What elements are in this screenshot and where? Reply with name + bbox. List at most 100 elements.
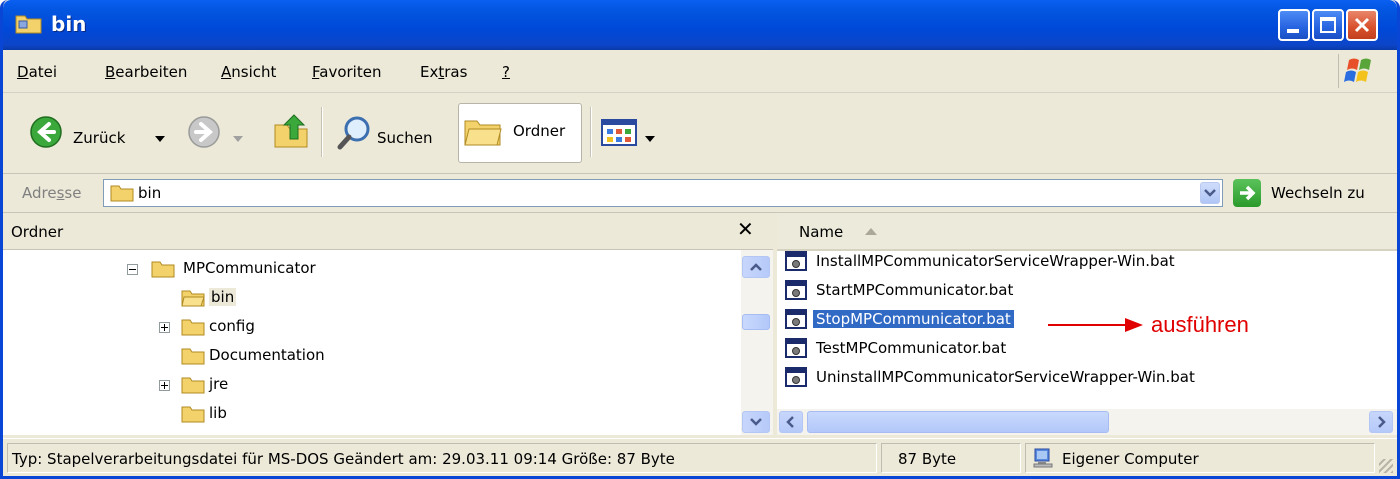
scroll-thumb[interactable] (742, 314, 770, 330)
folder-icon (151, 261, 175, 278)
file-name: UninstallMPCommunicatorServiceWrapper-Wi… (816, 368, 1195, 386)
menu-favoriten[interactable]: Favoriten (312, 63, 381, 81)
status-size: 87 Byte (898, 450, 957, 468)
go-arrow-icon (1240, 185, 1256, 201)
go-label[interactable]: Wechseln zu (1271, 184, 1365, 202)
folder-vertical-scrollbar[interactable] (741, 250, 773, 435)
batch-file-icon (785, 309, 807, 329)
folder-icon (181, 377, 205, 394)
toolbar-separator (321, 107, 323, 157)
folders-button[interactable]: Ordner (458, 103, 582, 163)
title-bar[interactable]: bin (3, 0, 1397, 50)
folder-icon (181, 406, 205, 423)
annotation-arrow-icon (1125, 318, 1143, 332)
expand-icon[interactable] (159, 380, 170, 391)
address-bar: Adresse bin Wechseln zu (3, 174, 1397, 213)
sort-ascending-icon (865, 228, 877, 235)
search-button[interactable]: Suchen (331, 103, 453, 161)
file-name: TestMPCommunicator.bat (816, 339, 1007, 357)
annotation-arrow-line (1048, 324, 1128, 326)
address-value: bin (138, 184, 162, 202)
file-name: InstallMPCommunicatorServiceWrapper-Win.… (816, 252, 1175, 270)
menu-bearbeiten[interactable]: Bearbeiten (105, 63, 187, 81)
scroll-up-button[interactable] (742, 256, 770, 278)
menu-datei[interactable]: Datei (17, 63, 57, 81)
chevron-left-icon (786, 416, 794, 428)
menu-bar: Datei Bearbeiten Ansicht Favoriten Extra… (3, 50, 1397, 93)
chevron-right-icon (1378, 416, 1386, 428)
status-size-segment: 87 Byte (881, 443, 1021, 473)
explorer-window: bin Datei Bearbeiten Ansicht Favoriten E… (0, 0, 1400, 479)
forward-button[interactable] (183, 103, 253, 161)
tree-item-label: jre (209, 375, 229, 393)
tree-item-label: lib (209, 404, 227, 422)
folder-icon (181, 319, 205, 336)
folder-pane: Ordner ✕ MPCommunicator bin config Docum (3, 213, 777, 435)
collapse-icon[interactable] (127, 264, 138, 275)
back-button[interactable]: Zurück (23, 103, 173, 161)
tree-item-label: config (209, 317, 255, 335)
tree-item-label: Documentation (209, 346, 325, 364)
file-name: StartMPCommunicator.bat (816, 281, 1014, 299)
menu-help[interactable]: ? (502, 63, 510, 81)
folder-pane-header: Ordner ✕ (3, 213, 773, 250)
open-folder-icon (181, 290, 205, 307)
menu-extras[interactable]: Extras (420, 63, 467, 81)
chevron-up-icon (750, 263, 762, 271)
file-horizontal-scrollbar[interactable] (777, 409, 1397, 435)
folder-icon (110, 185, 134, 202)
close-icon (1354, 17, 1370, 33)
address-input[interactable]: bin (103, 179, 1223, 207)
file-name: StopMPCommunicator.bat (813, 310, 1014, 328)
status-zone-segment: Eigener Computer (1025, 443, 1375, 473)
minimize-button[interactable] (1278, 9, 1310, 41)
address-dropdown-button[interactable] (1200, 182, 1220, 204)
search-label: Suchen (377, 129, 433, 147)
annotation-label: ausführen (1151, 312, 1249, 337)
views-dropdown-icon[interactable] (645, 136, 655, 142)
status-info: Typ: Stapelverarbeitungsdatei für MS-DOS… (12, 450, 675, 468)
column-name-label: Name (799, 223, 844, 241)
forward-dropdown-icon[interactable] (233, 136, 243, 142)
up-folder-button[interactable] (268, 103, 312, 161)
status-info-segment: Typ: Stapelverarbeitungsdatei für MS-DOS… (7, 443, 877, 473)
batch-file-icon (785, 251, 807, 271)
toolbar-separator (590, 107, 592, 157)
chevron-down-icon (1204, 189, 1216, 197)
folder-pane-title: Ordner (11, 223, 64, 241)
folder-icon (181, 348, 205, 365)
close-pane-icon[interactable]: ✕ (737, 217, 754, 241)
scroll-thumb[interactable] (807, 411, 1109, 433)
back-arrow-icon (30, 116, 62, 148)
batch-file-icon (785, 367, 807, 387)
forward-arrow-icon (188, 116, 220, 148)
folder-window-icon (15, 15, 42, 34)
back-dropdown-icon[interactable] (155, 136, 165, 142)
status-bar: Typ: Stapelverarbeitungsdatei für MS-DOS… (3, 438, 1397, 476)
address-label: Adresse (22, 184, 82, 202)
expand-icon[interactable] (159, 322, 170, 333)
batch-file-icon (785, 338, 807, 358)
toolbar: Zurück Suchen Ordner (3, 93, 1397, 174)
views-button[interactable] (599, 103, 663, 161)
go-button[interactable] (1233, 179, 1261, 207)
windows-logo-icon (1338, 54, 1379, 88)
tree-item-label: MPCommunicator (183, 259, 316, 277)
back-label: Zurück (73, 129, 126, 147)
scroll-down-button[interactable] (742, 411, 770, 433)
folder-up-icon (274, 114, 308, 148)
resize-grip-icon[interactable] (1379, 459, 1393, 473)
menu-ansicht[interactable]: Ansicht (221, 63, 276, 81)
tree-item-label: bin (209, 288, 237, 306)
batch-file-icon (785, 280, 807, 300)
column-header-name[interactable]: Name (777, 213, 1397, 251)
chevron-down-icon (750, 418, 762, 426)
scroll-right-button[interactable] (1369, 411, 1393, 433)
folder-tree: MPCommunicator bin config Documentation … (3, 250, 741, 435)
folders-label: Ordner (513, 122, 566, 140)
close-button[interactable] (1346, 9, 1378, 41)
window-title: bin (51, 12, 87, 36)
scroll-left-button[interactable] (779, 411, 803, 433)
maximize-button[interactable] (1312, 9, 1344, 41)
status-zone: Eigener Computer (1062, 450, 1199, 468)
